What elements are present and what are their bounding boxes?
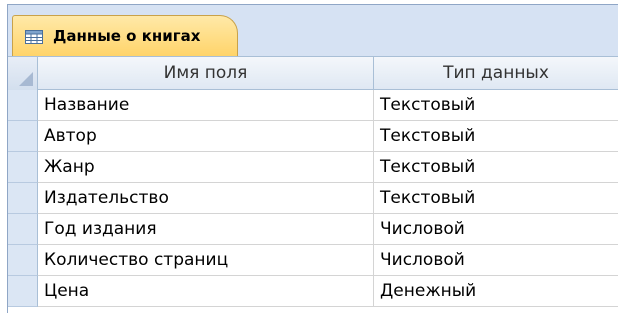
row-selector[interactable] bbox=[8, 121, 38, 152]
field-name-cell[interactable]: Год издания bbox=[38, 214, 374, 245]
row-selector[interactable] bbox=[8, 214, 38, 245]
row-selector[interactable] bbox=[8, 245, 38, 276]
field-design-grid: Имя поля Тип данных Название Текстовый А… bbox=[8, 56, 618, 314]
field-name-cell[interactable]: Количество страниц bbox=[38, 245, 374, 276]
table-row[interactable]: Жанр Текстовый bbox=[8, 152, 618, 183]
field-rows: Название Текстовый Автор Текстовый Жанр … bbox=[8, 90, 618, 307]
row-selector[interactable] bbox=[8, 183, 38, 214]
grid-header: Имя поля Тип данных bbox=[8, 57, 618, 90]
data-type-cell[interactable]: Текстовый bbox=[374, 152, 618, 183]
table-design-window: Данные о книгах Имя поля Тип данных Назв… bbox=[7, 4, 618, 314]
field-name-cell[interactable]: Автор bbox=[38, 121, 374, 152]
table-row[interactable]: Год издания Числовой bbox=[8, 214, 618, 245]
column-header-field-name[interactable]: Имя поля bbox=[38, 57, 374, 90]
table-row[interactable]: Издательство Текстовый bbox=[8, 183, 618, 214]
table-icon bbox=[25, 29, 43, 44]
data-type-cell[interactable]: Текстовый bbox=[374, 90, 618, 121]
field-name-cell[interactable]: Название bbox=[38, 90, 374, 121]
tab-label: Данные о книгах bbox=[53, 27, 201, 45]
select-all-button[interactable] bbox=[8, 57, 38, 90]
field-name-cell[interactable]: Цена bbox=[38, 276, 374, 307]
document-tab-strip: Данные о книгах bbox=[8, 5, 618, 56]
field-name-cell[interactable]: Издательство bbox=[38, 183, 374, 214]
data-type-cell[interactable]: Числовой bbox=[374, 214, 618, 245]
table-row[interactable]: Цена Денежный bbox=[8, 276, 618, 307]
data-type-cell[interactable]: Денежный bbox=[374, 276, 618, 307]
table-row[interactable]: Количество страниц Числовой bbox=[8, 245, 618, 276]
data-type-cell[interactable]: Текстовый bbox=[374, 121, 618, 152]
tab-books-data[interactable]: Данные о книгах bbox=[12, 15, 238, 56]
row-selector[interactable] bbox=[8, 276, 38, 307]
field-name-cell[interactable]: Жанр bbox=[38, 152, 374, 183]
column-header-data-type[interactable]: Тип данных bbox=[374, 57, 618, 90]
table-row[interactable]: Название Текстовый bbox=[8, 90, 618, 121]
row-selector[interactable] bbox=[8, 152, 38, 183]
data-type-cell[interactable]: Текстовый bbox=[374, 183, 618, 214]
data-type-cell[interactable]: Числовой bbox=[374, 245, 618, 276]
table-row[interactable]: Автор Текстовый bbox=[8, 121, 618, 152]
row-selector[interactable] bbox=[8, 90, 38, 121]
